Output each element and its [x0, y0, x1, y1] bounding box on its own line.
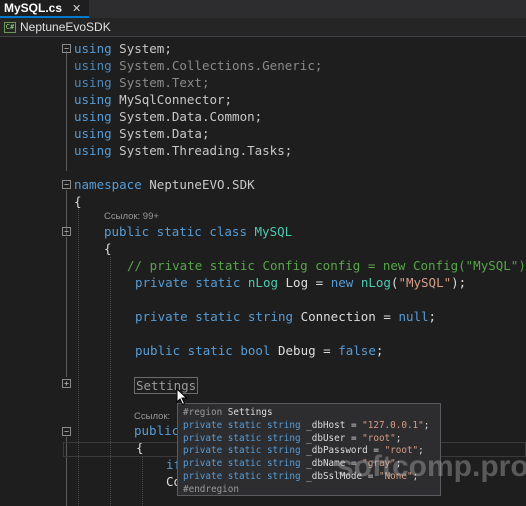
collapse-class-icon[interactable]: −	[62, 227, 71, 236]
expand-region-icon[interactable]: +	[62, 379, 71, 388]
tooltip-footer: #endregion	[183, 483, 239, 495]
code-line-method: public	[134, 423, 180, 438]
project-name: NeptuneEvoSDK	[20, 20, 111, 34]
tab-mysql-cs[interactable]: MySQL.cs ✕	[0, 0, 90, 18]
code-line-connection: private static string Connection = null;	[135, 309, 437, 324]
collapse-namespace-icon[interactable]: −	[62, 180, 71, 189]
code-line-debug: public static bool Debug = false;	[135, 343, 384, 358]
collapse-usings-icon[interactable]: −	[62, 44, 71, 53]
fold-line-class	[66, 237, 67, 377]
code-line-6: using System.Data;	[74, 126, 210, 141]
code-line-class: public static class MySQL	[104, 224, 293, 239]
indent-guide-method	[142, 457, 143, 506]
indent-guide-namespace	[78, 209, 79, 506]
code-line-brace-2: {	[104, 241, 112, 256]
codelens-references-2[interactable]: Ссылок:	[134, 411, 170, 422]
code-line-log: private static nLog Log = new nLog("MySQ…	[135, 275, 467, 290]
tab-bar: MySQL.cs ✕	[0, 0, 526, 18]
code-line-namespace: namespace NeptuneEVO.SDK	[74, 177, 255, 192]
collapse-method-icon[interactable]: −	[62, 427, 71, 436]
code-line-5: using System.Data.Common;	[74, 109, 263, 124]
code-line-4: using MySqlConnector;	[74, 92, 233, 107]
close-icon[interactable]: ✕	[72, 2, 81, 15]
collapsed-region-settings[interactable]: Settings	[134, 377, 199, 394]
codelens-references[interactable]: Ссылок: 99+	[104, 211, 159, 222]
code-line-2: using System.Collections.Generic;	[74, 58, 323, 73]
navigation-bar: C# NeptuneEvoSDK	[0, 18, 526, 37]
tooltip-header: #region Settings	[183, 407, 273, 418]
csharp-project-icon: C#	[4, 21, 16, 33]
tooltip-line-dbhost: private static string _dbHost = "127.0.0…	[183, 419, 430, 431]
mouse-pointer-icon	[176, 388, 188, 406]
project-dropdown[interactable]: C# NeptuneEvoSDK	[4, 20, 111, 34]
code-line-7: using System.Threading.Tasks;	[74, 143, 293, 158]
indent-guide-class	[110, 257, 111, 506]
code-line-brace-1: {	[74, 194, 82, 209]
watermark: softcomp.pro	[337, 450, 526, 483]
tooltip-line-dbuser: private static string _dbUser = "root";	[183, 432, 402, 444]
code-line-3: using System.Text;	[74, 75, 210, 90]
fold-line-usings	[66, 51, 67, 171]
code-line-1: using System;	[74, 41, 172, 56]
tab-title: MySQL.cs	[4, 1, 63, 15]
code-line-comment: // private static Config config = new Co…	[127, 258, 526, 273]
